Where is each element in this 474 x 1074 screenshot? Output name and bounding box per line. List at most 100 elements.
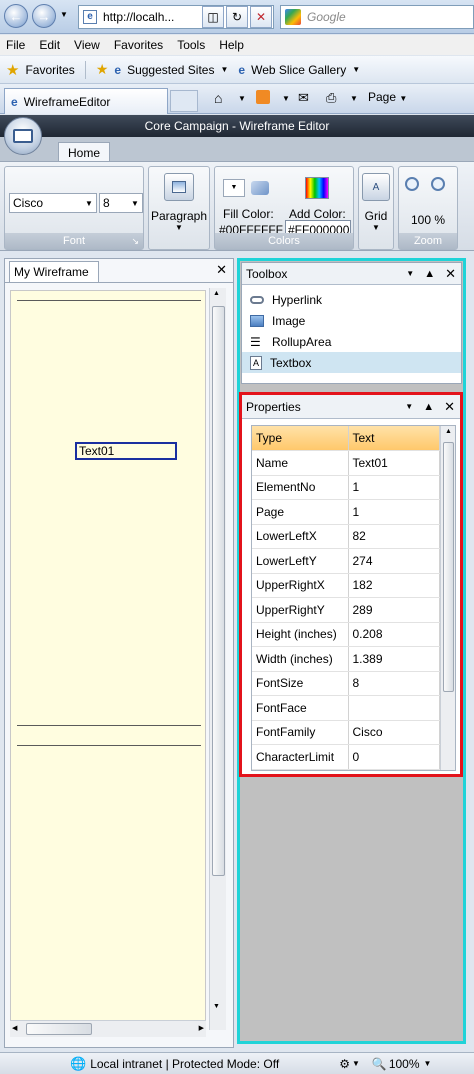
scrollbar-thumb[interactable] [212,306,225,876]
property-value[interactable]: Cisco [348,720,440,745]
tab-home[interactable]: Home [58,142,110,162]
vertical-scrollbar[interactable]: ▲ ▼ [209,288,226,1030]
property-value[interactable]: 274 [348,548,440,574]
scroll-right-arrow[interactable]: ▶ [199,1024,204,1032]
scroll-down-arrow[interactable]: ▼ [213,1003,220,1010]
pin-icon[interactable]: ▲ [423,401,434,413]
favorites-star-icon: ★ [6,61,20,79]
close-icon[interactable]: ✕ [444,399,455,415]
colors-group-label: Colors [215,233,353,249]
menu-help[interactable]: Help [219,38,244,52]
menu-favorites[interactable]: Favorites [114,38,163,52]
chevron-down-icon[interactable]: ▼ [405,402,413,411]
pin-icon[interactable]: ▲ [424,268,435,280]
page-menu[interactable]: Page ▼ [368,90,407,104]
chevron-down-icon[interactable]: ▼ [350,94,358,103]
table-row[interactable]: Name Text01 [252,450,440,476]
toolbox-item-rolluparea[interactable]: ☰ RollupArea [242,331,461,352]
property-value[interactable]: 1.389 [348,646,440,672]
table-row[interactable]: CharacterLimit 0 [252,744,440,770]
back-button[interactable]: ← [4,4,28,28]
toolbox-item-hyperlink[interactable]: Hyperlink [242,289,461,310]
menu-edit[interactable]: Edit [39,38,60,52]
table-row[interactable]: ElementNo 1 [252,475,440,500]
vertical-scrollbar[interactable]: ▲ [440,426,455,770]
paragraph-button[interactable]: Paragraph ▼ [149,173,209,232]
grid-button[interactable]: A Grid ▼ [359,173,393,232]
home-icon[interactable]: ⌂ [214,90,222,106]
property-value[interactable]: 1 [348,475,440,500]
property-value[interactable]: 1 [348,499,440,525]
table-row[interactable]: UpperRightX 182 [252,573,440,598]
chevron-down-icon[interactable]: ▼ [406,269,414,278]
chevron-down-icon[interactable]: ▼ [238,94,246,103]
rss-icon[interactable] [256,90,270,104]
zoom-icon[interactable]: 🔍 [372,1057,387,1071]
table-row[interactable]: LowerLeftY 274 [252,548,440,574]
refresh-button[interactable]: ↻ [226,6,248,28]
table-row[interactable]: FontFace [252,695,440,721]
close-icon[interactable]: ✕ [216,262,227,278]
scroll-left-arrow[interactable]: ◀ [12,1024,17,1032]
scrollbar-thumb[interactable] [443,442,454,692]
protected-mode-icon[interactable]: ⚙ [339,1057,350,1071]
chevron-down-icon[interactable]: ▼ [352,1059,360,1068]
font-size-combo[interactable]: 8 ▼ [99,193,143,213]
forward-button[interactable]: → [32,4,56,28]
property-value[interactable]: 82 [348,524,440,549]
font-family-combo[interactable]: Cisco ▼ [9,193,97,213]
property-value[interactable]: 289 [348,597,440,623]
dialog-launcher-icon[interactable]: ↘ [131,236,139,247]
table-row[interactable]: UpperRightY 289 [252,597,440,623]
suggested-sites-link[interactable]: Suggested Sites [127,63,214,77]
search-input[interactable]: Google [280,5,474,29]
scroll-up-arrow[interactable]: ▲ [445,428,452,435]
mail-icon[interactable]: ✉ [298,90,309,106]
property-value[interactable]: Text01 [348,450,440,476]
menu-file[interactable]: File [6,38,25,52]
scroll-up-arrow[interactable]: ▲ [213,290,220,297]
status-zoom-level[interactable]: 100% [389,1057,420,1071]
property-value[interactable] [348,695,440,721]
application-menu-button[interactable] [4,117,42,155]
stop-button[interactable]: ✕ [250,6,272,28]
table-row[interactable]: LowerLeftX 82 [252,524,440,549]
table-row[interactable]: Width (inches) 1.389 [252,646,440,672]
close-icon[interactable]: ✕ [445,266,456,282]
toolbox-item-textbox[interactable]: A Textbox [242,352,461,373]
table-row[interactable]: Page 1 [252,499,440,525]
menu-view[interactable]: View [74,38,100,52]
toolbox-item-image[interactable]: Image [242,310,461,331]
table-row[interactable]: FontFamily Cisco [252,720,440,745]
chevron-down-icon[interactable]: ▼ [352,65,360,74]
scrollbar-thumb[interactable] [26,1023,92,1035]
color-palette-icon[interactable] [305,177,329,199]
print-icon[interactable]: ⎙ [326,90,336,106]
recent-pages-dropdown[interactable]: ▼ [60,10,68,19]
compatibility-icon[interactable]: ◫ [202,6,224,28]
table-row[interactable]: FontSize 8 [252,671,440,696]
property-value[interactable]: 0 [348,744,440,770]
zoom-in-icon[interactable] [405,177,425,197]
browser-tab[interactable]: e WireframeEditor [4,88,168,114]
web-slice-gallery-link[interactable]: Web Slice Gallery [251,63,346,77]
property-value[interactable]: 182 [348,573,440,598]
table-row[interactable]: Height (inches) 0.208 [252,622,440,647]
horizontal-scrollbar[interactable]: ◀ ▶ [10,1020,206,1037]
fill-color-dropdown[interactable]: ▼ [223,179,245,197]
favorites-button[interactable]: Favorites [25,63,74,77]
chevron-down-icon[interactable]: ▼ [424,1059,432,1068]
new-tab-button[interactable] [170,90,198,112]
zoom-out-icon[interactable] [431,177,451,197]
wireframe-canvas[interactable]: Text01 [10,290,206,1022]
chevron-down-icon[interactable]: ▼ [220,65,228,74]
property-name: Page [252,499,349,525]
wireframe-text-element[interactable]: Text01 [75,442,177,460]
menu-tools[interactable]: Tools [177,38,205,52]
add-favorite-icon[interactable]: ★ [96,61,109,78]
chevron-down-icon[interactable]: ▼ [282,94,290,103]
paint-bucket-icon[interactable] [247,177,273,199]
tab-my-wireframe[interactable]: My Wireframe [9,261,99,282]
property-value[interactable]: 8 [348,671,440,696]
property-value[interactable]: 0.208 [348,622,440,647]
